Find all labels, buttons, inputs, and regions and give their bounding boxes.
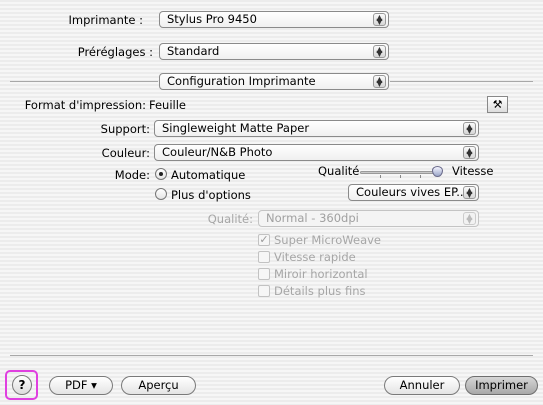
presets-select[interactable]: Standard ▲ ▼ <box>159 43 389 60</box>
option-details-plus-fins-checkbox[interactable] <box>258 285 270 297</box>
slider-track <box>360 171 440 174</box>
chevron-updown-icon: ▲ ▼ <box>463 146 476 159</box>
option-miroir-horizontal-label: Miroir horizontal <box>274 267 368 281</box>
pdf-button[interactable]: PDF ▾ <box>49 376 113 395</box>
color-label: Couleur: <box>101 146 150 160</box>
slider-thumb[interactable] <box>432 166 443 177</box>
panel-separator-right <box>390 81 533 82</box>
cancel-button[interactable]: Annuler <box>384 376 460 395</box>
print-format-label: Format d'impression: <box>24 98 146 112</box>
option-details-plus-fins-label: Détails plus fins <box>274 284 366 298</box>
support-label: Support: <box>100 122 150 136</box>
option-vitesse-rapide-checkbox[interactable] <box>258 251 270 263</box>
printer-value: Stylus Pro 9450 <box>167 12 257 26</box>
support-select[interactable]: Singleweight Matte Paper ▲ ▼ <box>154 120 479 137</box>
advanced-quality-value: Normal - 360dpi <box>266 211 359 225</box>
mode-label: Mode: <box>114 168 150 182</box>
slider-tick <box>400 175 401 178</box>
option-super-microweave-label: Super MicroWeave <box>274 233 381 247</box>
option-vitesse-rapide-label: Vitesse rapide <box>274 250 356 264</box>
printer-select[interactable]: Stylus Pro 9450 ▲ ▼ <box>159 11 389 28</box>
help-button[interactable]: ? <box>12 375 32 395</box>
option-miroir-horizontal-checkbox[interactable] <box>258 268 270 280</box>
quality-speed-slider[interactable] <box>360 166 446 178</box>
panel-select[interactable]: Configuration Imprimante ▲ ▼ <box>159 73 389 90</box>
print-button[interactable]: Imprimer <box>465 376 538 395</box>
chevron-updown-icon: ▲ ▼ <box>463 212 476 225</box>
mode-automatic-radio[interactable] <box>155 168 167 180</box>
slider-tick <box>420 175 421 178</box>
advanced-quality-label: Qualité: <box>207 212 253 226</box>
color-select[interactable]: Couleur/N&B Photo ▲ ▼ <box>154 144 479 161</box>
chevron-updown-icon: ▲ ▼ <box>373 45 386 58</box>
chevron-updown-icon: ▲ ▼ <box>373 13 386 26</box>
panel-value: Configuration Imprimante <box>167 74 316 88</box>
mode-automatic-label[interactable]: Automatique <box>171 168 245 182</box>
support-value: Singleweight Matte Paper <box>162 121 310 135</box>
color-value: Couleur/N&B Photo <box>162 145 273 159</box>
advanced-quality-select[interactable]: Normal - 360dpi ▲ ▼ <box>258 210 479 227</box>
footer-separator <box>10 355 533 356</box>
mode-more-options-radio[interactable] <box>155 188 167 200</box>
print-format-value: Feuille <box>149 98 187 112</box>
color-mode-select[interactable]: Couleurs vives EP... ▲ ▼ <box>348 184 479 201</box>
speed-slider-label: Vitesse <box>452 164 494 178</box>
mode-more-options-label[interactable]: Plus d'options <box>171 188 251 202</box>
presets-value: Standard <box>167 44 220 58</box>
slider-tick <box>380 175 381 178</box>
panel-separator-left <box>10 81 158 82</box>
chevron-updown-icon: ▲ ▼ <box>463 186 476 199</box>
chevron-updown-icon: ▲ ▼ <box>463 122 476 135</box>
utility-printer-icon[interactable]: ⚒ <box>487 96 508 113</box>
preview-button[interactable]: Aperçu <box>121 376 196 395</box>
printer-label: Imprimante : <box>68 13 143 27</box>
option-super-microweave-checkbox[interactable]: ✓ <box>258 234 270 246</box>
presets-label: Préréglages : <box>77 45 153 59</box>
chevron-updown-icon: ▲ ▼ <box>373 75 386 88</box>
color-mode-value: Couleurs vives EP... <box>356 185 468 199</box>
quality-slider-label: Qualité <box>318 164 360 178</box>
